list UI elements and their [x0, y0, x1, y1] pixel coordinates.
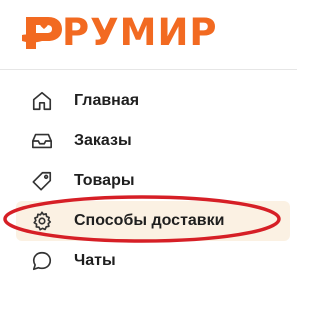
- gear-icon: [30, 209, 54, 233]
- nav-item-label: Товары: [74, 172, 135, 189]
- header-divider: [0, 69, 297, 70]
- nav-item-label: Заказы: [74, 132, 132, 149]
- nav-item-home[interactable]: Главная: [24, 81, 286, 121]
- tag-icon: [30, 169, 54, 193]
- nav-item-label: Способы доставки: [74, 212, 225, 229]
- brand-logo[interactable]: РУМИР: [20, 11, 217, 54]
- nav-item-label: Главная: [74, 92, 140, 109]
- chat-bubble-icon: [30, 249, 54, 273]
- hand-heart-logo-icon: [22, 17, 62, 49]
- nav-item-label: Чаты: [74, 252, 116, 269]
- nav-item-products[interactable]: Товары: [24, 161, 286, 201]
- sidebar: РУМИР Главная Заказы Товары Способы дост…: [0, 0, 297, 310]
- home-icon: [30, 89, 54, 113]
- inbox-icon: [30, 129, 54, 153]
- nav-item-orders[interactable]: Заказы: [24, 121, 286, 161]
- nav-item-chats[interactable]: Чаты: [24, 241, 286, 281]
- logo-text: РУМИР: [62, 11, 218, 54]
- nav-item-delivery-methods[interactable]: Способы доставки: [16, 201, 290, 241]
